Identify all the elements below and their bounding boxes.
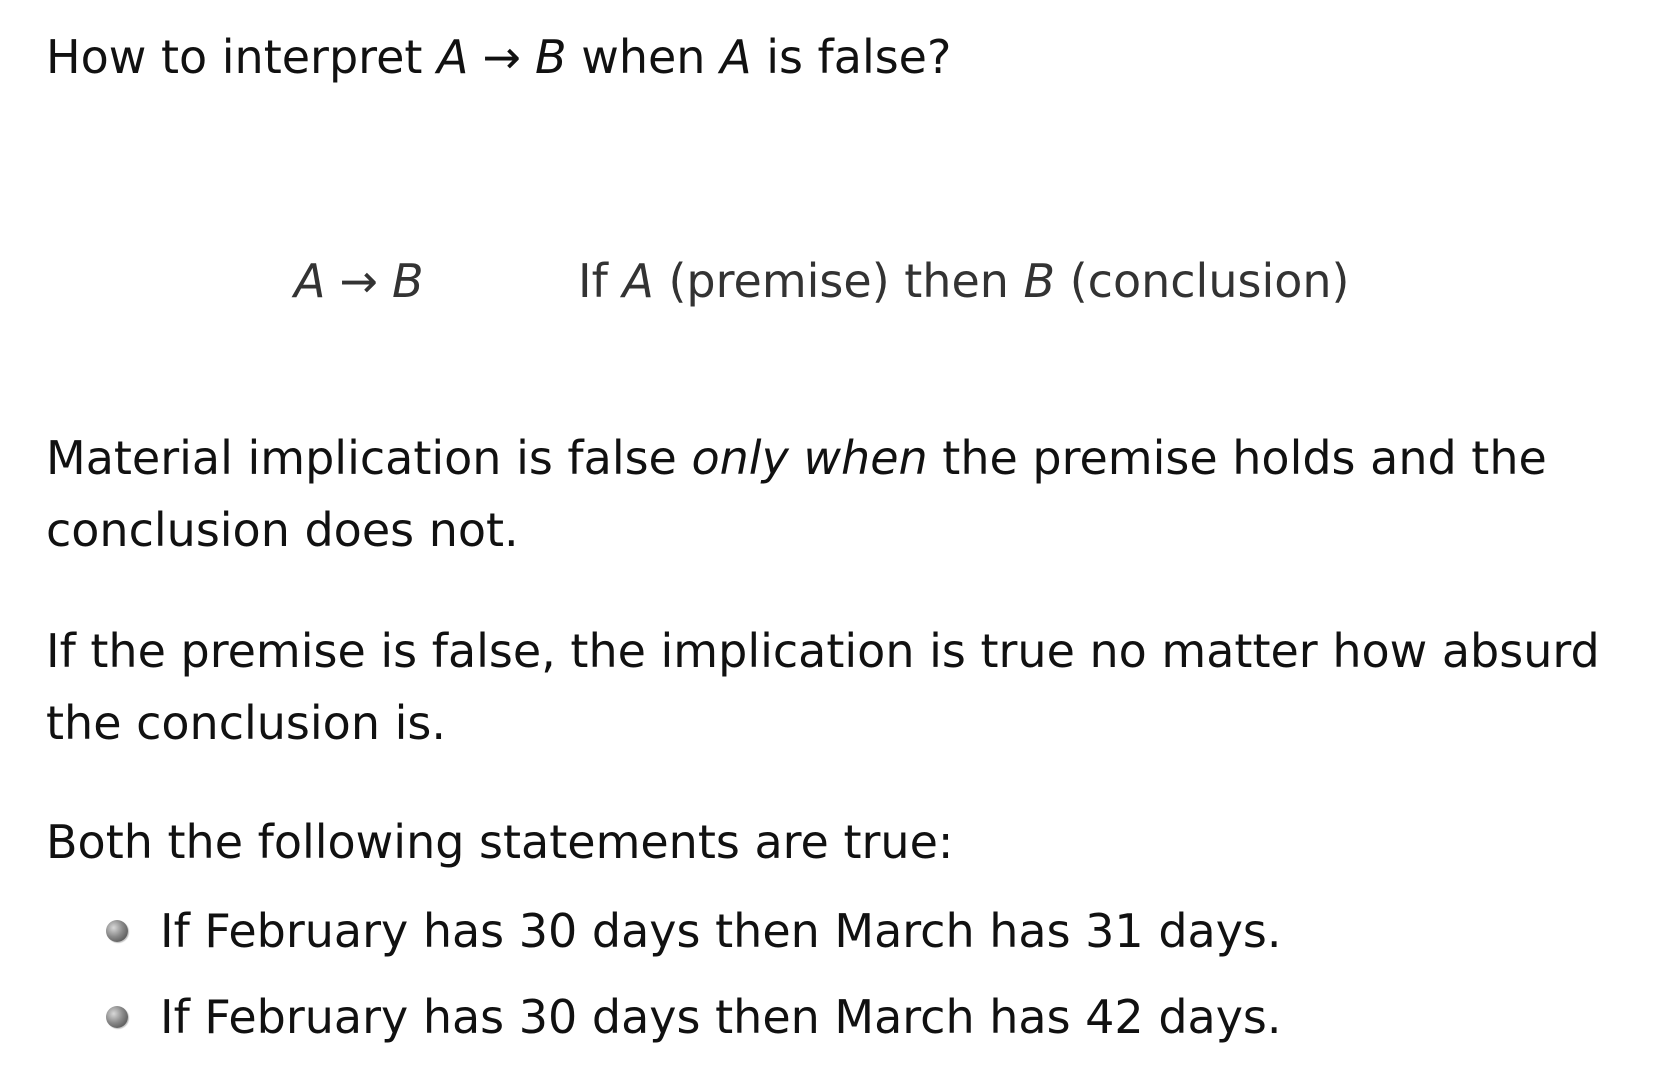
paragraph-both-true: Both the following statements are true: [46,815,954,869]
formula-var-a: A [294,254,326,308]
bullet-icon [106,920,128,942]
formula-description: If A (premise) then B (conclusion) [578,246,1349,316]
desc-if: If [578,254,608,308]
bullet-text: If February has 30 days then March has 4… [160,990,1282,1044]
formula-var-b: B [392,254,424,308]
heading-var-a: A [437,30,469,84]
paragraph-material-implication: Material implication is false only when … [46,422,1646,566]
desc-var-a: A [622,254,654,308]
bullet-text: If February has 30 days then March has 3… [160,904,1282,958]
slide: How to interpret A → B when A is false? A →… [0,0,1678,1080]
heading-arrow: → [482,30,522,84]
formula-row: A → B If A (premise) then B (conclusion) [0,246,1678,316]
heading-var-b: B [535,30,567,84]
heading-suffix: is false? [766,30,952,84]
list-item: If February has 30 days then March has 4… [98,974,1282,1060]
p1-before: Material implication is false [46,431,677,485]
formula-arrow: → [339,254,379,308]
heading-middle: when [581,30,706,84]
p1-emphasis: only when [691,431,928,485]
bullet-icon [106,1006,128,1028]
desc-conclusion: (conclusion) [1069,254,1350,308]
heading-var-a2: A [720,30,752,84]
implication-formula: A → B [294,246,424,316]
desc-premise: (premise) then [668,254,1009,308]
heading-prefix: How to interpret [46,30,423,84]
slide-heading: How to interpret A → B when A is false? [46,30,951,85]
desc-var-b: B [1023,254,1056,308]
bullet-list: If February has 30 days then March has 3… [98,888,1282,1060]
paragraph-false-premise: If the premise is false, the implication… [46,624,1600,750]
list-item: If February has 30 days then March has 3… [98,888,1282,974]
